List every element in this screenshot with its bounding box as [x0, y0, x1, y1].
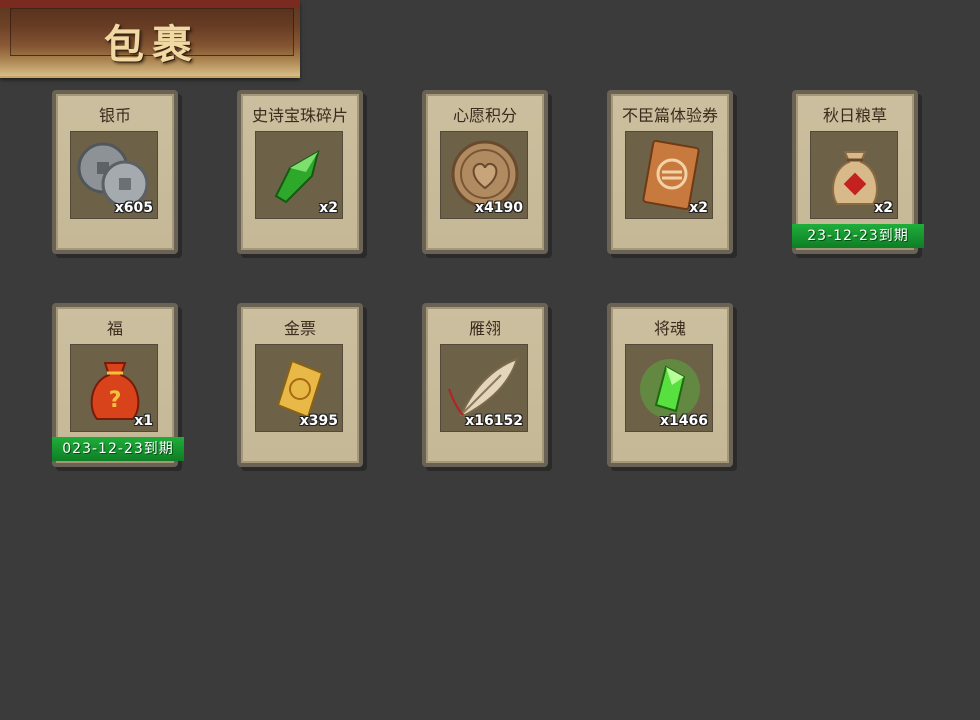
item-name: 秋日粮草 [822, 106, 887, 125]
item-slot: x1466 [625, 344, 713, 432]
item-quantity: x2 [319, 200, 338, 216]
item-slot: x2 [625, 131, 713, 219]
item-name: 雁翎 [468, 319, 501, 338]
item-quantity: x4190 [475, 200, 523, 216]
window-title-banner: 包裹 [0, 0, 300, 78]
item-quantity: x395 [299, 413, 338, 429]
item-quantity: x2 [874, 200, 893, 216]
window-title: 包裹 [104, 21, 200, 68]
item-name: 史诗宝珠碎片 [251, 106, 348, 125]
item-slot: x16152 [440, 344, 528, 432]
item-card-fortune-bag[interactable]: 福 ? x1 023-12-23到期 [52, 303, 184, 473]
item-name: 心愿积分 [452, 106, 517, 125]
item-quantity: x2 [689, 200, 708, 216]
expiry-badge: 023-12-23到期 [52, 437, 184, 461]
item-card-epic-gem-shard[interactable]: 史诗宝珠碎片 x2 [237, 90, 369, 260]
item-slot: x4190 [440, 131, 528, 219]
svg-text:?: ? [109, 388, 122, 413]
item-slot: x605 [70, 131, 158, 219]
item-card-silver-coin[interactable]: 银币 x605 [52, 90, 184, 260]
item-name: 银币 [98, 106, 131, 125]
item-name: 不臣篇体验券 [621, 106, 718, 125]
expiry-badge: 23-12-23到期 [792, 224, 924, 248]
item-card-trial-ticket[interactable]: 不臣篇体验券 x2 [607, 90, 739, 260]
item-card-goose-feather[interactable]: 雁翎 x16152 [422, 303, 554, 473]
item-name: 金票 [283, 319, 316, 338]
item-card-gold-note[interactable]: 金票 x395 [237, 303, 369, 473]
item-quantity: x1466 [660, 413, 708, 429]
item-card-wish-points[interactable]: 心愿积分 x4190 [422, 90, 554, 260]
item-name: 福 [106, 319, 123, 338]
item-quantity: x16152 [465, 413, 523, 429]
item-slot: x395 [255, 344, 343, 432]
item-name: 将魂 [653, 319, 686, 338]
item-quantity: x605 [114, 200, 153, 216]
item-slot: x2 [255, 131, 343, 219]
item-card-general-soul[interactable]: 将魂 x1466 [607, 303, 739, 473]
item-slot: ? x1 [70, 344, 158, 432]
item-quantity: x1 [134, 413, 153, 429]
item-slot: x2 [810, 131, 898, 219]
item-card-autumn-provisions[interactable]: 秋日粮草 x2 23-12-23到期 [792, 90, 924, 260]
